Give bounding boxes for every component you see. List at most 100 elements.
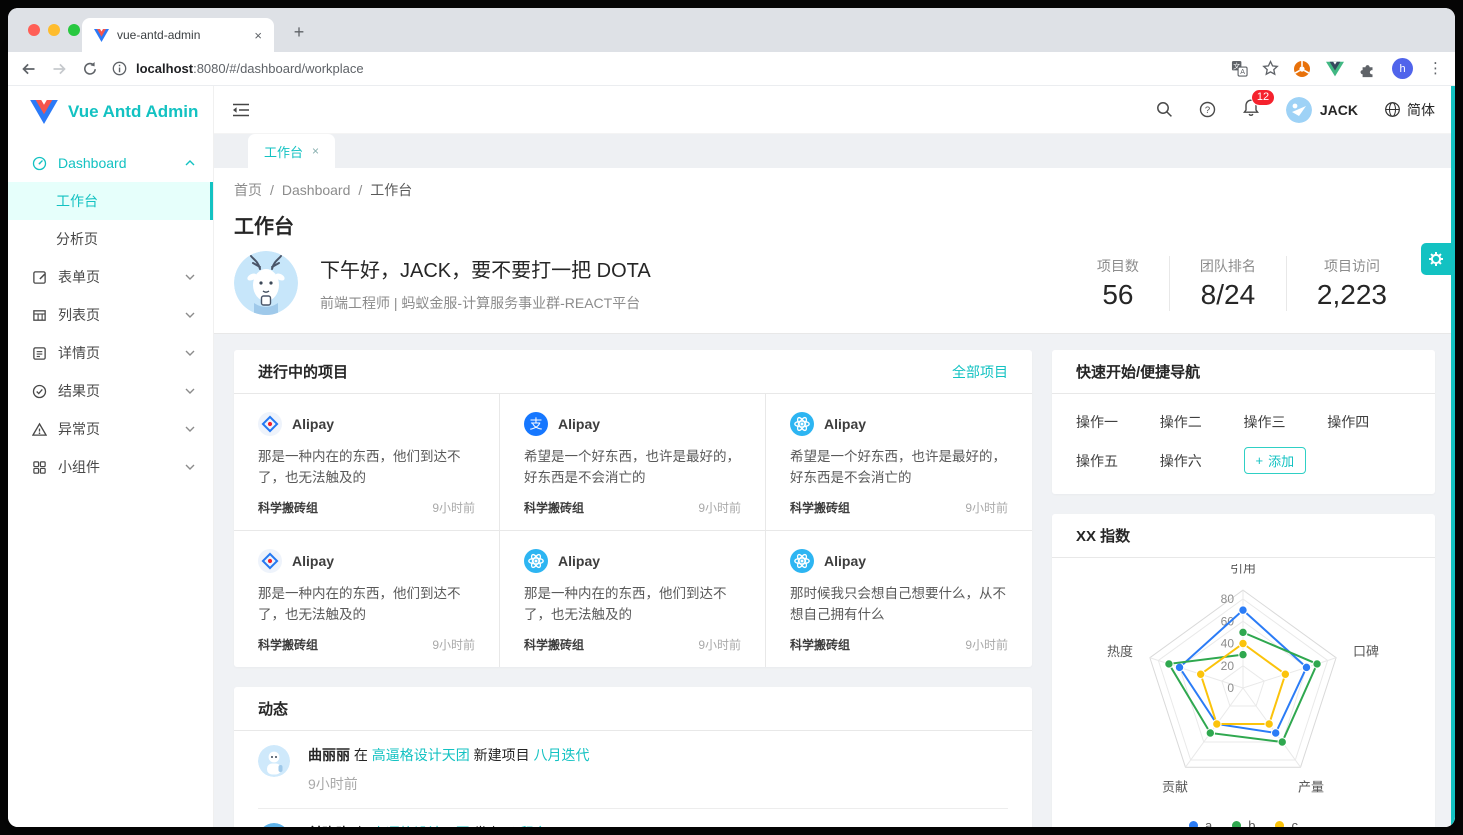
sidebar-item-detail[interactable]: 详情页 xyxy=(8,334,213,372)
browser-tab[interactable]: vue-antd-admin × xyxy=(82,18,274,52)
head-stats: 项目数 56 团队排名 8/24 项目访问 2,223 xyxy=(1067,256,1417,311)
bookmark-star-icon[interactable] xyxy=(1262,60,1279,77)
translate-icon[interactable]: 文A xyxy=(1231,60,1248,77)
project-name[interactable]: Alipay xyxy=(824,553,866,569)
chevron-up-icon xyxy=(185,160,195,166)
quicknav-link[interactable]: 操作五 xyxy=(1076,451,1160,471)
all-projects-link[interactable]: 全部项目 xyxy=(952,362,1008,382)
quicknav-link[interactable]: 操作二 xyxy=(1160,412,1244,432)
extension-orange-icon[interactable] xyxy=(1293,60,1311,78)
sidebar-item-result[interactable]: 结果页 xyxy=(8,372,213,410)
page-tab-workbench[interactable]: 工作台 × xyxy=(248,134,335,168)
svg-text:80: 80 xyxy=(1221,592,1235,606)
project-name[interactable]: Alipay xyxy=(824,416,866,432)
quicknav-link[interactable]: 操作三 xyxy=(1244,412,1328,432)
extension-icons: h ⋮ xyxy=(1293,58,1443,79)
project-name[interactable]: Alipay xyxy=(558,416,600,432)
settings-gear-button[interactable] xyxy=(1421,243,1451,275)
reload-icon[interactable] xyxy=(82,61,98,77)
project-group-link[interactable]: 科学搬砖组 xyxy=(790,499,850,516)
feed-target-link[interactable]: 留言 xyxy=(520,825,548,827)
svg-text:60: 60 xyxy=(1221,614,1235,628)
sidebar-item-widget[interactable]: 小组件 xyxy=(8,448,213,486)
sidebar-item-analysis[interactable]: 分析页 xyxy=(8,220,213,258)
sidebar-item-exception[interactable]: 异常页 xyxy=(8,410,213,448)
feed-team-link[interactable]: 高逼格设计天团 xyxy=(372,825,470,827)
new-tab-button[interactable]: + xyxy=(286,19,312,45)
breadcrumb-home[interactable]: 首页 xyxy=(234,180,262,200)
page-tab-close-icon[interactable]: × xyxy=(312,144,319,158)
extensions-puzzle-icon[interactable] xyxy=(1359,60,1377,78)
gear-icon xyxy=(1426,249,1446,269)
project-group-link[interactable]: 科学搬砖组 xyxy=(524,499,584,516)
project-desc: 希望是一个好东西，也许是最好的，好东西是不会消亡的 xyxy=(524,446,741,488)
legend-item[interactable]: c xyxy=(1275,818,1298,827)
alipay-logo-icon: 支 xyxy=(524,412,548,436)
quicknav-link[interactable]: 操作六 xyxy=(1160,451,1244,471)
chevron-down-icon xyxy=(185,388,195,394)
tab-close-icon[interactable]: × xyxy=(254,28,262,43)
breadcrumb-dashboard[interactable]: Dashboard xyxy=(282,182,351,198)
sidebar-item-form[interactable]: 表单页 xyxy=(8,258,213,296)
header-locale-switch[interactable]: 简体 xyxy=(1384,100,1435,120)
globe-icon xyxy=(1384,101,1401,118)
project-time: 9小时前 xyxy=(698,499,741,516)
chrome-menu-icon[interactable]: ⋮ xyxy=(1428,64,1443,74)
project-desc: 那是一种内在的东西，他们到达不了，也无法触及的 xyxy=(258,583,475,625)
project-card[interactable]: 支 Alipay 希望是一个好东西，也许是最好的，好东西是不会消亡的 科学搬砖组… xyxy=(500,394,766,531)
header-user-menu[interactable]: JACK xyxy=(1286,97,1358,123)
legend-item[interactable]: a xyxy=(1189,818,1212,827)
app-root: Vue Antd Admin Dashboard 工作台 分析页 表单页 列表页 xyxy=(8,86,1455,827)
project-group-link[interactable]: 科学搬砖组 xyxy=(258,499,318,516)
quicknav-link[interactable]: 操作四 xyxy=(1327,412,1411,432)
sidebar-menu: Dashboard 工作台 分析页 表单页 列表页 详情页 xyxy=(8,138,213,486)
browser-window: vue-antd-admin × + localhost:8080/#/dash… xyxy=(8,8,1455,827)
feed-team-link[interactable]: 高逼格设计天团 xyxy=(372,747,470,763)
address-bar[interactable]: localhost:8080/#/dashboard/workplace 文A xyxy=(112,60,1279,77)
project-card[interactable]: Alipay 那是一种内在的东西，他们到达不了，也无法触及的 科学搬砖组9小时前 xyxy=(234,531,500,667)
feed-user[interactable]: 付晓晓 xyxy=(308,825,350,827)
header-search-button[interactable] xyxy=(1156,101,1173,118)
project-name[interactable]: Alipay xyxy=(292,553,334,569)
search-icon xyxy=(1156,101,1173,118)
legend-item[interactable]: b xyxy=(1232,818,1255,827)
header-notifications-button[interactable]: 12 xyxy=(1242,98,1260,122)
close-window-button[interactable] xyxy=(28,24,40,36)
sidebar-item-dashboard[interactable]: Dashboard xyxy=(8,144,213,182)
minimize-window-button[interactable] xyxy=(48,24,60,36)
site-info-icon[interactable] xyxy=(112,61,127,76)
chevron-down-icon xyxy=(185,274,195,280)
browser-tabstrip: vue-antd-admin × + xyxy=(8,8,1455,52)
url-text[interactable]: localhost:8080/#/dashboard/workplace xyxy=(136,61,364,76)
zoom-window-button[interactable] xyxy=(68,24,80,36)
project-group-link[interactable]: 科学搬砖组 xyxy=(258,636,318,653)
project-card[interactable]: Alipay 那是一种内在的东西，他们到达不了，也无法触及的 科学搬砖组9小时前 xyxy=(234,394,500,531)
project-name[interactable]: Alipay xyxy=(292,416,334,432)
project-group-link[interactable]: 科学搬砖组 xyxy=(790,636,850,653)
svg-text:贡献: 贡献 xyxy=(1162,780,1188,795)
project-card[interactable]: Alipay 希望是一个好东西，也许是最好的，好东西是不会消亡的 科学搬砖组9小… xyxy=(766,394,1032,531)
stat-label: 项目数 xyxy=(1097,256,1139,276)
back-icon[interactable] xyxy=(20,61,37,77)
project-name[interactable]: Alipay xyxy=(558,553,600,569)
feed-text: 新建项目 xyxy=(474,747,530,763)
traffic-lights xyxy=(28,24,80,36)
sidebar-item-workbench[interactable]: 工作台 xyxy=(8,182,213,220)
project-card[interactable]: Alipay 那时候我只会想自己想要什么，从不想自己拥有什么 科学搬砖组9小时前 xyxy=(766,531,1032,667)
svg-text:口碑: 口碑 xyxy=(1353,644,1379,659)
menu-fold-icon[interactable] xyxy=(232,102,250,118)
chrome-profile-avatar[interactable]: h xyxy=(1392,58,1413,79)
feed-target-link[interactable]: 八月迭代 xyxy=(534,747,590,763)
sidebar-item-list[interactable]: 列表页 xyxy=(8,296,213,334)
header-help-button[interactable]: ? xyxy=(1199,101,1216,118)
forward-icon[interactable] xyxy=(51,61,68,77)
svg-text:20: 20 xyxy=(1221,659,1235,673)
project-card[interactable]: Alipay 那是一种内在的东西，他们到达不了，也无法触及的 科学搬砖组9小时前 xyxy=(500,531,766,667)
stat-value: 8/24 xyxy=(1200,279,1256,311)
project-group-link[interactable]: 科学搬砖组 xyxy=(524,636,584,653)
quicknav-link[interactable]: 操作一 xyxy=(1076,412,1160,432)
feed-user[interactable]: 曲丽丽 xyxy=(308,747,350,763)
widget-icon xyxy=(32,460,47,475)
add-button[interactable]: +添加 xyxy=(1244,447,1307,474)
vue-devtools-icon[interactable] xyxy=(1326,61,1344,77)
